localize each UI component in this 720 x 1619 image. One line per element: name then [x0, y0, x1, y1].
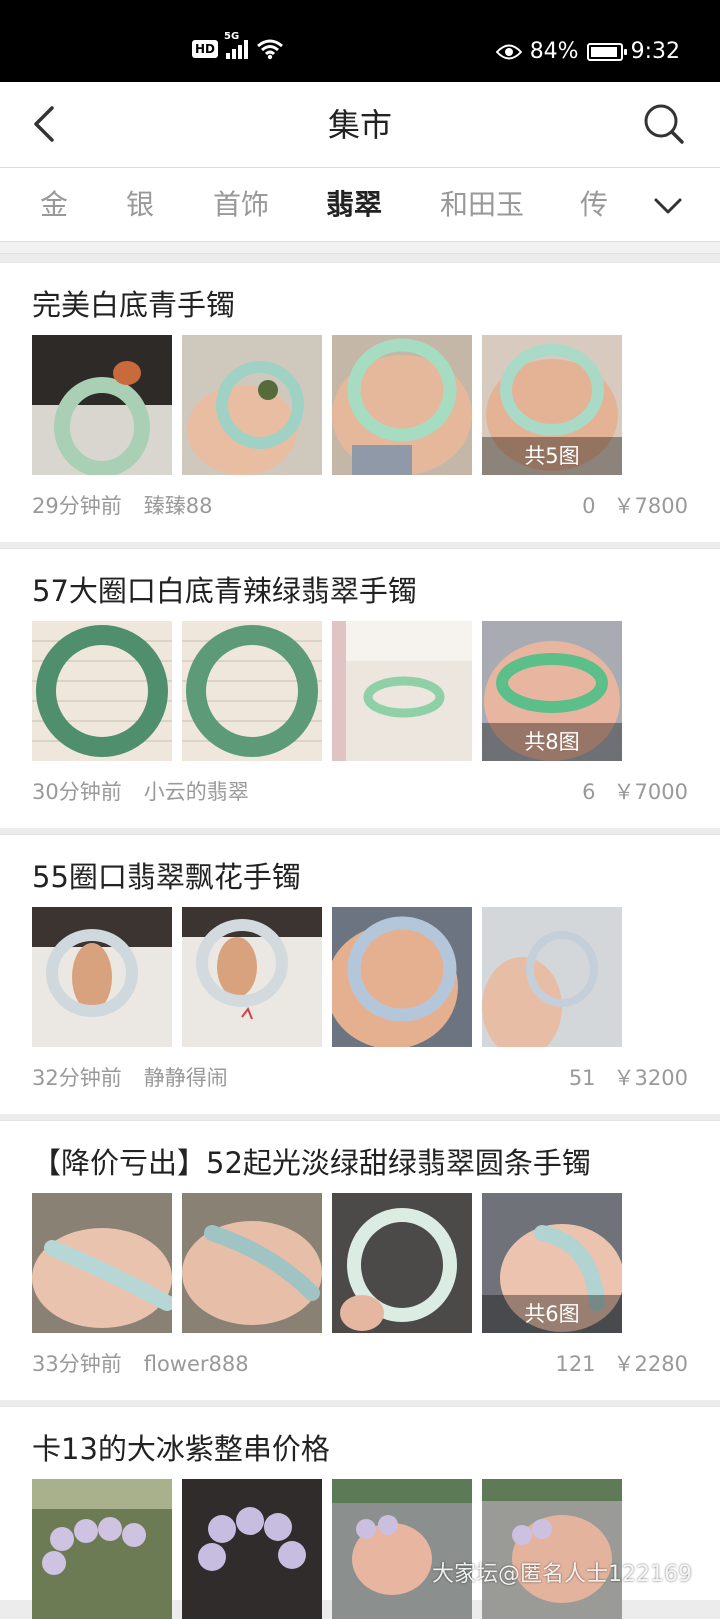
listing-image[interactable] [182, 1479, 322, 1619]
status-icons-left: HD 5G [192, 31, 284, 60]
listing-image[interactable] [182, 621, 322, 761]
listing-card[interactable]: 55圈口翡翠飘花手镯 32分钟前 静静得闹 ￥3200 51 [0, 834, 720, 1114]
top-app-bar: 集市 [0, 82, 720, 168]
listing-title: 57大圈口白底青辣绿翡翠手镯 [32, 574, 417, 608]
watermark: 大家坛@匿名人士122169 [432, 1562, 692, 1587]
price: ￥7000 [613, 780, 688, 804]
network-type: 5G [224, 31, 240, 42]
listing-image[interactable] [482, 1479, 622, 1619]
image-count-badge: 共6图 [482, 1295, 622, 1333]
listing-image[interactable] [32, 335, 172, 475]
category-tabs: 金 银 首饰 翡翠 和田玉 传 [0, 168, 720, 242]
listing-card[interactable]: 完美白底青手镯 共5图 29分钟前 臻臻88 ￥7800 0 [0, 262, 720, 542]
wifi-icon [257, 39, 283, 60]
like-count: 0 [582, 494, 596, 518]
like-count: 121 [555, 1352, 596, 1376]
feed-divider [0, 242, 720, 254]
listing-image[interactable] [182, 335, 322, 475]
listing-image[interactable] [332, 1479, 472, 1619]
tab-hetian-jade[interactable]: 和田玉 [440, 186, 524, 224]
author-name[interactable]: 臻臻88 [144, 491, 213, 521]
image-count-badge: 共8图 [482, 723, 622, 761]
listing-image[interactable] [32, 907, 172, 1047]
listing-image[interactable] [182, 1193, 322, 1333]
status-bar: HD 5G 84% 9:32 [0, 0, 720, 82]
tab-gold[interactable]: 金 [40, 186, 68, 224]
eye-icon [495, 44, 522, 60]
chevron-down-icon[interactable] [652, 190, 684, 222]
tab-jadeite[interactable]: 翡翠 [326, 186, 382, 224]
clock: 9:32 [630, 39, 680, 64]
tab-more-partial[interactable]: 传 [580, 186, 608, 224]
battery-icon [586, 43, 627, 61]
listing-image[interactable] [332, 621, 472, 761]
author-name[interactable]: flower888 [144, 1349, 249, 1379]
price: ￥3200 [613, 1066, 688, 1090]
listing-title: 卡13的大冰紫整串价格 [32, 1432, 330, 1466]
post-time: 33分钟前 [32, 1352, 122, 1376]
listing-meta: 29分钟前 臻臻88 ￥7800 0 [32, 491, 688, 521]
author-name[interactable]: 小云的翡翠 [144, 777, 249, 807]
post-time: 30分钟前 [32, 780, 122, 804]
listing-image[interactable]: 共5图 [482, 335, 622, 475]
cellular-signal-icon: 5G [224, 31, 249, 59]
listing-images: 共6图 [32, 1193, 622, 1333]
listing-meta: 30分钟前 小云的翡翠 ￥7000 6 [32, 777, 688, 807]
listing-meta: 32分钟前 静静得闹 ￥3200 51 [32, 1063, 688, 1093]
listing-image[interactable] [332, 1193, 472, 1333]
listing-title: 【降价亏出】52起光淡绿甜绿翡翠圆条手镯 [32, 1146, 591, 1180]
like-count: 51 [568, 1066, 596, 1090]
author-name[interactable]: 静静得闹 [144, 1063, 228, 1093]
listing-image[interactable] [482, 907, 622, 1047]
listing-image[interactable] [32, 1193, 172, 1333]
search-icon[interactable] [642, 102, 686, 146]
hd-indicator: HD [192, 40, 219, 58]
image-count-badge: 共5图 [482, 437, 622, 475]
listing-image[interactable] [32, 1479, 172, 1619]
page-title: 集市 [327, 106, 392, 144]
listing-image[interactable]: 共6图 [482, 1193, 622, 1333]
listing-image[interactable]: 共8图 [482, 621, 622, 761]
listing-card[interactable]: 57大圈口白底青辣绿翡翠手镯 共8图 30分钟前 小云的翡翠 ￥7000 6 [0, 548, 720, 828]
listing-images [32, 907, 622, 1047]
post-time: 29分钟前 [32, 494, 122, 518]
listing-image[interactable] [332, 907, 472, 1047]
listing-meta: 33分钟前 flower888 ￥2280 121 [32, 1349, 688, 1379]
listing-title: 55圈口翡翠飘花手镯 [32, 860, 301, 894]
listing-image[interactable] [332, 335, 472, 475]
listing-images: 共5图 [32, 335, 622, 475]
listing-images: 共8图 [32, 621, 622, 761]
tab-jewelry[interactable]: 首饰 [213, 186, 269, 224]
listing-title: 完美白底青手镯 [32, 288, 236, 322]
like-count: 6 [582, 780, 596, 804]
listing-image[interactable] [182, 907, 322, 1047]
battery-percent: 84% [529, 39, 579, 64]
listing-card[interactable]: 【降价亏出】52起光淡绿甜绿翡翠圆条手镯 共6图 33分钟前 flower888… [0, 1120, 720, 1400]
listing-images [32, 1479, 622, 1619]
post-time: 32分钟前 [32, 1066, 122, 1090]
price: ￥2280 [613, 1352, 688, 1376]
status-icons-right: 84% 9:32 [495, 38, 680, 66]
listing-image[interactable] [32, 621, 172, 761]
tab-silver[interactable]: 银 [126, 186, 154, 224]
price: ￥7800 [613, 494, 688, 518]
